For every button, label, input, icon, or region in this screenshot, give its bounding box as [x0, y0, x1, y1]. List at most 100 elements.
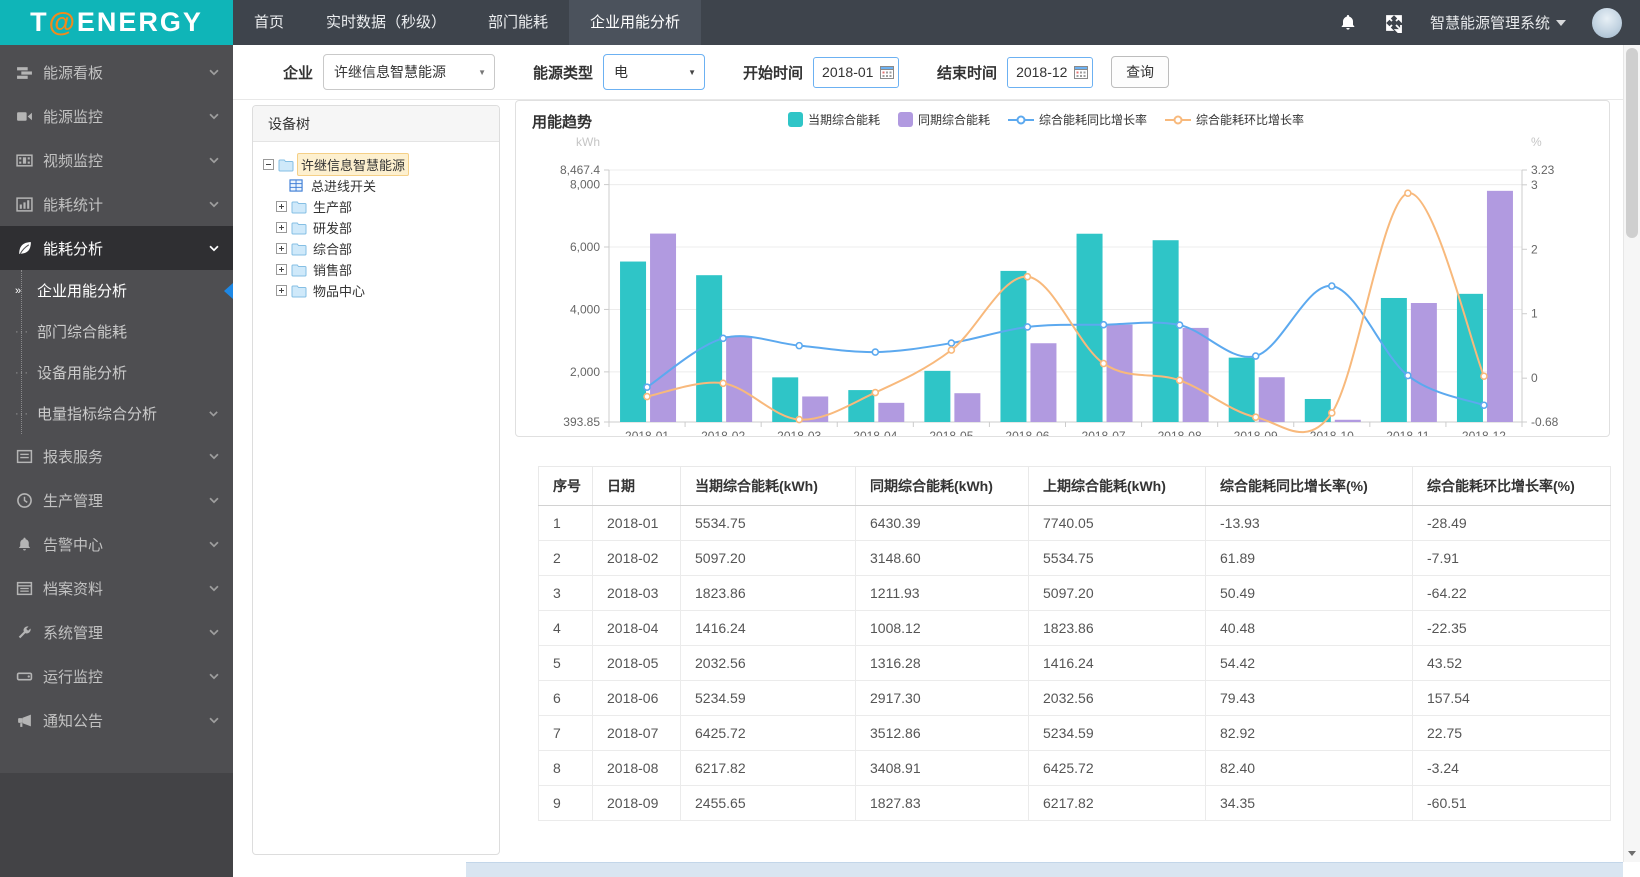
sidebar-item-label: 能源看板 — [43, 64, 104, 82]
tree-node-4[interactable]: 综合部 — [263, 238, 493, 259]
expand-icon[interactable] — [276, 243, 287, 254]
tree-node-2[interactable]: 生产部 — [263, 196, 493, 217]
sidebar-item-4[interactable]: 能耗统计 — [0, 182, 233, 226]
tree-dash-icon: ··· — [15, 407, 29, 420]
tree-node-root[interactable]: 许继信息智慧能源 — [263, 153, 493, 176]
company-select[interactable]: 许继信息智慧能源 ▼ — [323, 54, 496, 90]
table-row[interactable]: 2 2018-02 5097.20 3148.60 5534.75 61.89 -7.91 — [538, 540, 1611, 576]
top-bar-right: 智慧能源管理系统 — [1338, 0, 1640, 45]
nav-tab-2[interactable]: 实时数据（秒级） — [305, 0, 467, 45]
table-cell: 1827.83 — [855, 785, 1029, 821]
start-time-input[interactable]: 2018-01 — [813, 56, 900, 88]
expand-icon[interactable] — [276, 201, 287, 212]
sidebar-item-5[interactable]: 能耗分析 — [0, 226, 233, 270]
tree-node-5[interactable]: 销售部 — [263, 259, 493, 280]
scrollbar-down-button[interactable] — [1624, 845, 1640, 862]
table-cell: 1416.24 — [1028, 645, 1206, 681]
sidebar-item-label: 告警中心 — [43, 536, 104, 554]
sidebar-item-7[interactable]: 生产管理 — [0, 478, 233, 522]
svg-text:3.23: 3.23 — [1531, 163, 1555, 177]
logo-text-energy: ENERGY — [76, 7, 203, 37]
nav-tab-3[interactable]: 部门能耗 — [467, 0, 569, 45]
table-cell: 82.40 — [1205, 750, 1413, 786]
bell-icon — [18, 537, 31, 550]
nav-tab-4[interactable]: 企业用能分析 — [569, 0, 702, 45]
svg-text:2018-12: 2018-12 — [1462, 429, 1506, 436]
sidebar-subitem-1[interactable]: » 企业用能分析 — [0, 270, 233, 311]
sidebar-subitem-2[interactable]: ··· 部门综合能耗 — [0, 311, 233, 352]
table-cell: -13.93 — [1205, 505, 1413, 541]
company-select-value: 许继信息智慧能源 — [334, 64, 447, 80]
chevron-down-icon — [209, 673, 219, 680]
sidebar-item-3[interactable]: 视频监控 — [0, 138, 233, 182]
svg-text:2: 2 — [1531, 242, 1538, 256]
sidebar-item-6[interactable]: 报表服务 — [0, 434, 233, 478]
table-row[interactable]: 5 2018-05 2032.56 1316.28 1416.24 54.42 43.52 — [538, 645, 1611, 681]
expand-icon[interactable] — [276, 264, 287, 275]
system-title-menu[interactable]: 智慧能源管理系统 — [1430, 12, 1566, 33]
sidebar-item-12[interactable]: 通知公告 — [0, 698, 233, 742]
sidebar-item-10[interactable]: 系统管理 — [0, 610, 233, 654]
table-cell: 1 — [538, 505, 593, 541]
horizontal-scrollbar[interactable] — [466, 862, 1623, 877]
fullscreen-icon[interactable] — [1384, 13, 1404, 33]
table-cell: 2018-04 — [592, 610, 681, 646]
table-cell: 5534.75 — [1028, 540, 1206, 576]
table-cell: 157.54 — [1412, 680, 1611, 716]
table-row[interactable]: 3 2018-03 1823.86 1211.93 5097.20 50.49 -64.22 — [538, 575, 1611, 611]
table-cell: 1823.86 — [1028, 610, 1206, 646]
sidebar-subitem-3[interactable]: ··· 设备用能分析 — [0, 352, 233, 393]
table-row[interactable]: 8 2018-08 6217.82 3408.91 6425.72 82.40 -3.24 — [538, 750, 1611, 786]
table-row[interactable]: 7 2018-07 6425.72 3512.86 5234.59 82.92 22.75 — [538, 715, 1611, 751]
svg-text:2018-07: 2018-07 — [1082, 429, 1126, 436]
table-cell: 6 — [538, 680, 593, 716]
sidebar-subitem-4[interactable]: ··· 电量指标综合分析 — [0, 393, 233, 434]
table-cell: 2018-02 — [592, 540, 681, 576]
chevron-down-icon — [209, 541, 219, 548]
sidebar-item-label: 档案资料 — [43, 580, 104, 598]
nav-tab-1[interactable]: 首页 — [233, 0, 305, 45]
sidebar-item-11[interactable]: 运行监控 — [0, 654, 233, 698]
tree-node-3[interactable]: 研发部 — [263, 217, 493, 238]
sidebar-item-9[interactable]: 档案资料 — [0, 566, 233, 610]
table-cell: -3.24 — [1412, 750, 1611, 786]
sidebar-item-1[interactable]: 能源看板 — [0, 50, 233, 94]
table-row[interactable]: 4 2018-04 1416.24 1008.12 1823.86 40.48 -22.35 — [538, 610, 1611, 646]
svg-text:2018-05: 2018-05 — [929, 429, 973, 436]
sidebar-item-2[interactable]: 能源监控 — [0, 94, 233, 138]
table-cell: 50.49 — [1205, 575, 1413, 611]
notification-bell-icon[interactable] — [1338, 13, 1358, 33]
tree-node-1[interactable]: 总进线开关 — [263, 175, 493, 196]
table-cell: 34.35 — [1205, 785, 1413, 821]
vertical-scrollbar[interactable] — [1623, 45, 1640, 862]
tree-node-6[interactable]: 物品中心 — [263, 280, 493, 301]
scrollbar-thumb[interactable] — [1626, 48, 1638, 238]
sidebar-item-label: 能源监控 — [43, 108, 104, 126]
sidebar-item-label: 视频监控 — [43, 152, 104, 170]
avatar[interactable] — [1592, 7, 1622, 38]
expand-icon[interactable] — [276, 222, 287, 233]
end-time-input[interactable]: 2018-12 — [1007, 56, 1094, 88]
svg-text:kWh: kWh — [576, 135, 600, 149]
chevron-down-icon — [209, 717, 219, 724]
collapse-icon[interactable] — [263, 159, 274, 170]
tree-root-label[interactable]: 许继信息智慧能源 — [297, 153, 410, 176]
svg-text:2018-03: 2018-03 — [777, 429, 821, 436]
sidebar-item-8[interactable]: 告警中心 — [0, 522, 233, 566]
logo-text-t: T — [30, 7, 49, 37]
sidebar-subitem-label: 企业用能分析 — [37, 283, 128, 300]
table-cell: 4 — [538, 610, 593, 646]
table-cell: 82.92 — [1205, 715, 1413, 751]
svg-text:0: 0 — [1531, 371, 1538, 385]
table-row[interactable]: 6 2018-06 5234.59 2917.30 2032.56 79.43 157.54 — [538, 680, 1611, 716]
expand-icon[interactable] — [276, 285, 287, 296]
table-cell: 5234.59 — [1028, 715, 1206, 751]
table-cell: 6425.72 — [680, 715, 856, 751]
table-row[interactable]: 9 2018-09 2455.65 1827.83 6217.82 34.35 -60.51 — [538, 785, 1611, 821]
table-row[interactable]: 1 2018-01 5534.75 6430.39 7740.05 -13.93 -28.4… — [538, 505, 1611, 541]
query-button[interactable]: 查询 — [1111, 56, 1170, 88]
sidebar: 能源看板能源监控视频监控能耗统计 能耗分析 » 企业用能分析 ··· 部门综合能耗 ··· 设… — [0, 45, 233, 877]
svg-text:8,000: 8,000 — [570, 178, 600, 192]
table-cell: 6425.72 — [1028, 750, 1206, 786]
energy-type-select[interactable]: 电 ▼ — [603, 54, 706, 90]
